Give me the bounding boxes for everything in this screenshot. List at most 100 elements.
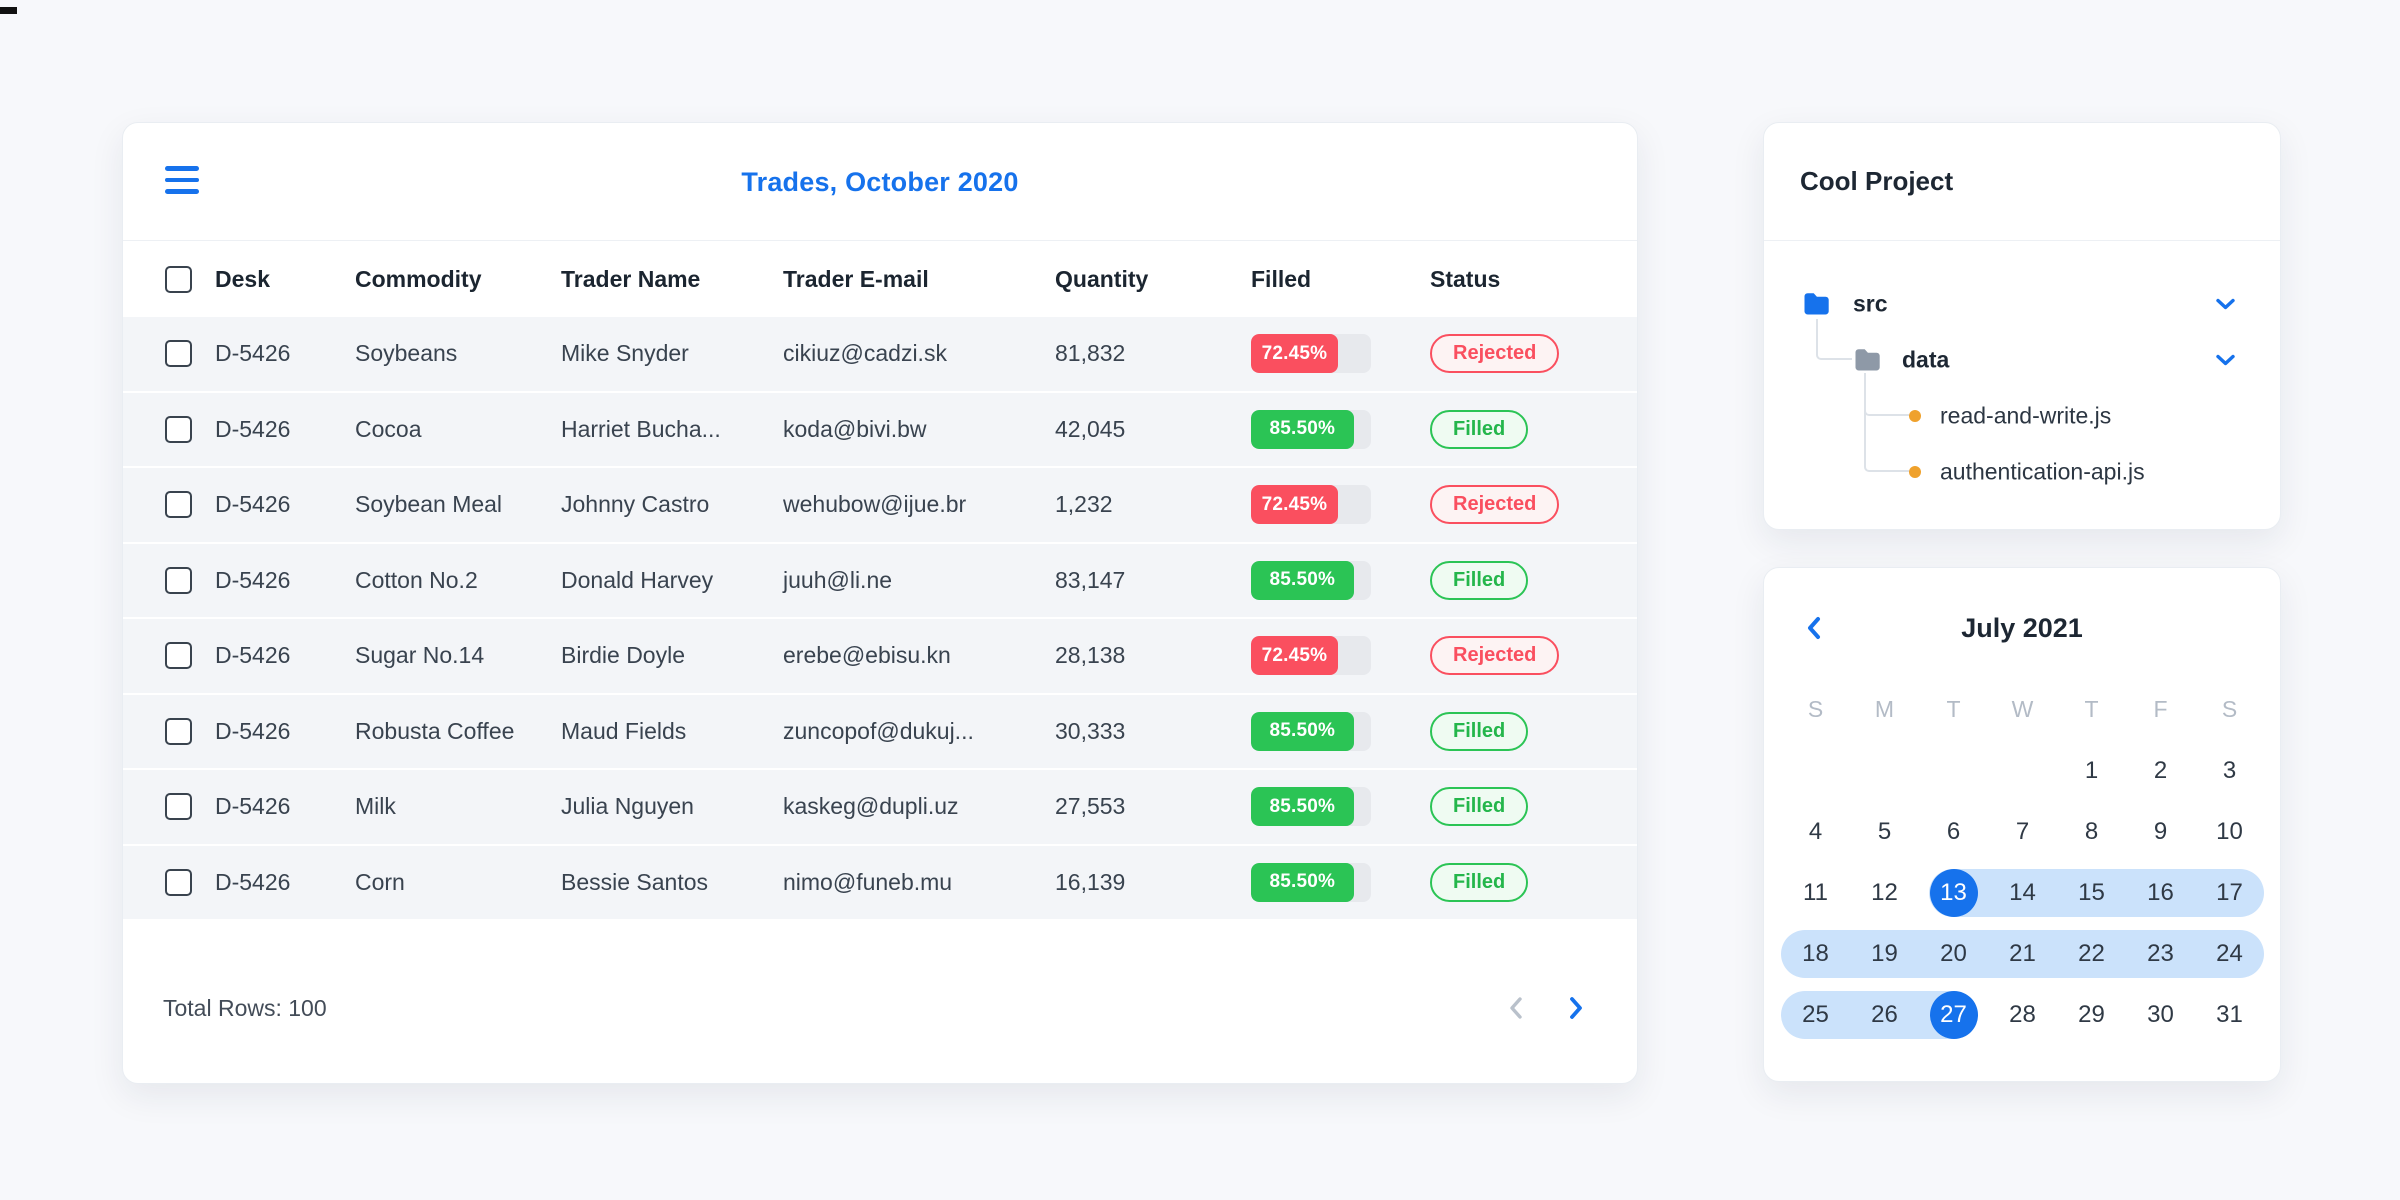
row-checkbox[interactable] (165, 793, 192, 821)
row-checkbox[interactable] (165, 415, 192, 443)
tree-item-read-and-write-js[interactable]: read-and-write.js (1764, 388, 2280, 444)
calendar-day-number: 7 (2015, 817, 2030, 845)
calendar-day[interactable]: 1 (2057, 740, 2126, 801)
calendar-day[interactable]: 26 (1850, 984, 1919, 1045)
calendar-day[interactable]: 29 (2057, 984, 2126, 1045)
row-checkbox[interactable] (165, 642, 192, 670)
file-dot-icon (1909, 466, 1921, 478)
chevron-down-icon[interactable] (2214, 297, 2237, 312)
pagination-prev-icon[interactable] (1499, 987, 1533, 1029)
cell-trader-name: Harriet Bucha... (561, 415, 721, 442)
calendar-day[interactable]: 2 (2126, 740, 2195, 801)
tree-item-data[interactable]: data (1764, 332, 2280, 388)
column-header-status: Status (1430, 265, 1501, 292)
progress-label: 72.45% (1261, 342, 1328, 364)
cell-filled: 72.45% (1251, 485, 1430, 525)
calendar-day[interactable]: 7 (1988, 801, 2057, 862)
cell-status: Filled (1430, 560, 1637, 600)
cell-trader-email: zuncopof@dukuj... (783, 717, 974, 744)
cell-quantity: 27,553 (1055, 793, 1126, 820)
calendar-week-row: 11 12 13 14 15 16 17 (1781, 862, 2264, 923)
trades-card-title: Trades, October 2020 (741, 166, 1019, 197)
calendar-day[interactable]: 10 (2195, 801, 2264, 862)
calendar-day-number: 26 (1871, 1000, 1898, 1028)
pagination-next-icon[interactable] (1559, 987, 1593, 1029)
calendar-day[interactable]: 18 (1781, 923, 1850, 984)
cell-commodity: Soybean Meal (355, 491, 503, 518)
weekday-label: S (2221, 696, 2238, 722)
cell-trader-email: cikiuz@cadzi.sk (783, 340, 947, 367)
weekday-label: S (1807, 696, 1824, 722)
calendar-day[interactable]: 5 (1850, 801, 1919, 862)
calendar-day[interactable]: 4 (1781, 801, 1850, 862)
calendar-day-number: 28 (2009, 1000, 2036, 1028)
progress-fill: 72.45% (1251, 485, 1338, 525)
calendar-day[interactable]: 13 (1919, 862, 1988, 923)
calendar-day-number: 16 (2147, 878, 2174, 906)
calendar-day-number: 4 (1808, 817, 1823, 845)
calendar-day[interactable]: 9 (2126, 801, 2195, 862)
calendar-day[interactable]: 31 (2195, 984, 2264, 1045)
cell-quantity: 1,232 (1055, 491, 1113, 518)
calendar-day[interactable]: 23 (2126, 923, 2195, 984)
calendar-day-number: 15 (2078, 878, 2105, 906)
weekday-label: T (1946, 696, 1961, 722)
calendar-day[interactable]: 17 (2195, 862, 2264, 923)
progress-label: 85.50% (1269, 720, 1336, 742)
row-checkbox[interactable] (165, 868, 192, 896)
calendar-day[interactable]: 20 (1919, 923, 1988, 984)
calendar-day[interactable]: 30 (2126, 984, 2195, 1045)
cell-trader-name: Julia Nguyen (561, 793, 694, 820)
status-badge: Filled (1430, 711, 1529, 751)
cell-trader-name: Donald Harvey (561, 566, 714, 593)
calendar-day[interactable]: 11 (1781, 862, 1850, 923)
calendar-day[interactable]: 14 (1988, 862, 2057, 923)
tree-item-src[interactable]: src (1764, 276, 2280, 332)
select-all-checkbox[interactable] (165, 265, 192, 293)
cell-trader-email: kaskeg@dupli.uz (783, 793, 959, 820)
cell-filled: 85.50% (1251, 409, 1430, 449)
cell-filled: 85.50% (1251, 862, 1430, 902)
table-row: D-5426 Corn Bessie Santos nimo@funeb.mu 16,1… (123, 845, 1637, 921)
calendar-day[interactable]: 15 (2057, 862, 2126, 923)
row-checkbox[interactable] (165, 566, 192, 594)
total-rows-label: Total Rows: 100 (163, 994, 327, 1021)
cell-status: Rejected (1430, 485, 1637, 525)
cell-desk: D-5426 (215, 642, 291, 669)
calendar-day[interactable]: 19 (1850, 923, 1919, 984)
column-header-trader-name: Trader Name (561, 265, 701, 292)
table-row: D-5426 Cocoa Harriet Bucha... koda@bivi.bw 4… (123, 392, 1637, 468)
tree-item-label: src (1853, 290, 1888, 317)
column-header-trader-e-mail: Trader E-mail (783, 265, 929, 292)
cell-desk: D-5426 (215, 868, 291, 895)
calendar-day[interactable]: 12 (1850, 862, 1919, 923)
calendar-day[interactable]: 21 (1988, 923, 2057, 984)
calendar-day[interactable]: 27 (1919, 984, 1988, 1045)
cell-commodity: Soybeans (355, 340, 458, 367)
fill-progress-bar: 85.50% (1251, 409, 1371, 449)
calendar-day[interactable]: 24 (2195, 923, 2264, 984)
row-checkbox[interactable] (165, 491, 192, 519)
tree-item-authentication-api-js[interactable]: authentication-api.js (1764, 444, 2280, 500)
chevron-down-icon[interactable] (2214, 353, 2237, 368)
row-checkbox[interactable] (165, 340, 192, 368)
calendar-day-number: 25 (1802, 1000, 1829, 1028)
calendar-day[interactable]: 3 (2195, 740, 2264, 801)
calendar-day[interactable]: 25 (1781, 984, 1850, 1045)
progress-label: 72.45% (1261, 493, 1328, 515)
calendar-week-row: 4 5 6 7 8 9 10 (1781, 801, 2264, 862)
table-row: D-5426 Sugar No.14 Birdie Doyle erebe@ebisu… (123, 619, 1637, 695)
calendar-day-number: 10 (2216, 817, 2243, 845)
progress-label: 85.50% (1269, 795, 1336, 817)
cell-filled: 85.50% (1251, 711, 1430, 751)
calendar-day-empty (1781, 740, 1850, 801)
calendar-day[interactable]: 22 (2057, 923, 2126, 984)
row-checkbox[interactable] (165, 717, 192, 745)
calendar-day[interactable]: 28 (1988, 984, 2057, 1045)
calendar-day[interactable]: 6 (1919, 801, 1988, 862)
cell-status: Rejected (1430, 636, 1637, 676)
cell-commodity: Cocoa (355, 415, 422, 442)
calendar-day[interactable]: 16 (2126, 862, 2195, 923)
status-badge: Rejected (1430, 334, 1560, 374)
calendar-day[interactable]: 8 (2057, 801, 2126, 862)
